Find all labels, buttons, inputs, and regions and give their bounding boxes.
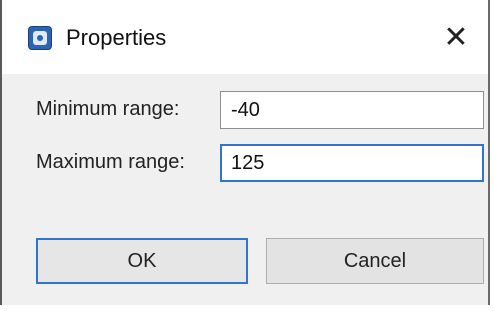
cancel-button-label: Cancel — [343, 249, 407, 272]
close-icon[interactable]: ✕ — [436, 18, 476, 58]
cancel-button[interactable]: Cancel — [266, 238, 484, 284]
minimum-range-input[interactable] — [220, 91, 484, 129]
ok-button-label: OK — [127, 249, 157, 272]
dialog-title: Properties — [66, 25, 167, 50]
maximum-range-label: Maximum range: — [36, 151, 185, 173]
ok-button[interactable]: OK — [36, 238, 248, 284]
properties-dialog: Properties ✕ Minimum range: Maximum rang… — [0, 0, 490, 305]
app-icon-dot — [37, 35, 43, 41]
minimum-range-label: Minimum range: — [36, 98, 180, 120]
maximum-range-input[interactable] — [220, 144, 484, 182]
app-icon — [28, 26, 52, 50]
title-bar: Properties ✕ — [2, 0, 488, 74]
